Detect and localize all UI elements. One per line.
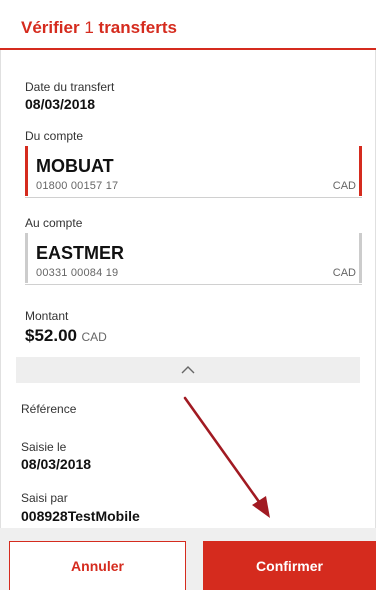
amount-value: $52.00 xyxy=(25,326,77,345)
to-account-label: Au compte xyxy=(25,216,83,230)
page-title-suffix: transferts xyxy=(98,18,177,37)
entered-on-value: 08/03/2018 xyxy=(21,456,92,472)
entered-by-value: 008928TestMobile xyxy=(21,508,140,524)
cancel-button[interactable]: Annuler xyxy=(9,541,186,590)
header: Vérifier 1 transferts xyxy=(0,0,376,50)
from-account-name: MOBUAT xyxy=(36,156,114,176)
entered-by-label: Saisi par xyxy=(21,491,68,505)
transfer-date-value: 08/03/2018 xyxy=(25,96,96,112)
confirm-button[interactable]: Confirmer xyxy=(203,541,376,590)
chevron-up-icon xyxy=(181,366,195,374)
to-account-currency: CAD xyxy=(332,267,356,279)
amount-row: $52.00 CAD xyxy=(25,326,107,346)
action-footer: Annuler Confirmer xyxy=(0,528,376,590)
to-account-accent-left xyxy=(25,233,28,283)
transfer-date-label: Date du transfert xyxy=(25,80,115,94)
from-account-number: 01800 00157 17 xyxy=(36,180,119,192)
from-account-label: Du compte xyxy=(25,129,84,143)
to-account-card[interactable]: EASTMER 00331 00084 19 CAD xyxy=(25,233,362,285)
from-account-currency: CAD xyxy=(332,180,356,192)
page-title-prefix: Vérifier xyxy=(21,18,80,37)
entered-on-label: Saisie le xyxy=(21,440,67,454)
to-account-divider xyxy=(25,284,362,285)
reference-label: Référence xyxy=(21,402,77,416)
amount-currency: CAD xyxy=(81,330,107,344)
to-account-name: EASTMER xyxy=(36,243,125,263)
from-account-divider xyxy=(25,197,362,198)
from-account-card[interactable]: MOBUAT 01800 00157 17 CAD xyxy=(25,146,362,198)
page-title: Vérifier 1 transferts xyxy=(21,18,177,38)
from-account-accent-right xyxy=(359,146,362,196)
to-account-accent-right xyxy=(359,233,362,283)
amount-label: Montant xyxy=(25,309,69,323)
transfer-count: 1 xyxy=(84,18,94,37)
to-account-number: 00331 00084 19 xyxy=(36,267,119,279)
details-collapse-toggle[interactable] xyxy=(16,357,360,383)
from-account-accent-left xyxy=(25,146,28,196)
